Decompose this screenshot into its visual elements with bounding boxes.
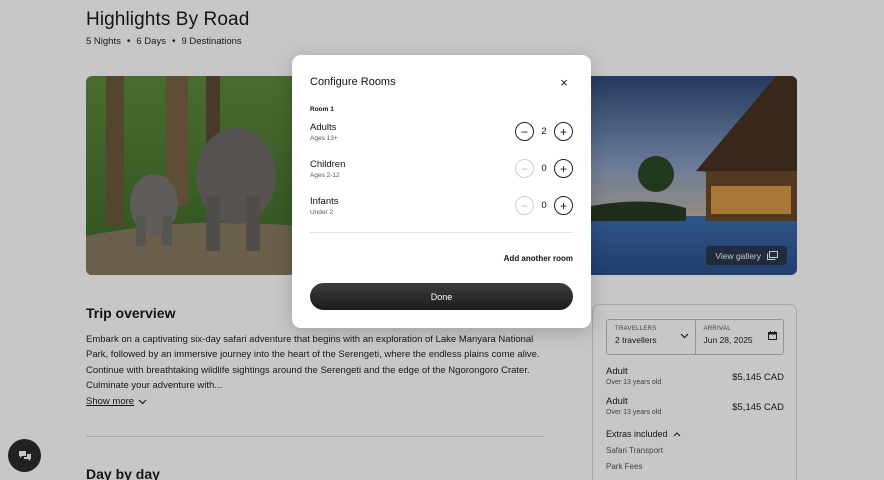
close-icon[interactable]: × — [557, 75, 571, 90]
decrement-children-button[interactable]: − — [515, 159, 534, 178]
children-stepper: − 0 + — [515, 159, 573, 178]
infants-count: 0 — [541, 200, 547, 211]
add-another-room-button[interactable]: Add another room — [504, 254, 573, 263]
infants-stepper: − 0 + — [515, 196, 573, 215]
adults-stepper: − 2 + — [515, 122, 573, 141]
decrement-infants-button[interactable]: − — [515, 196, 534, 215]
room-label: Room 1 — [310, 106, 334, 113]
done-button[interactable]: Done — [310, 283, 573, 310]
children-count: 0 — [541, 163, 547, 174]
increment-children-button[interactable]: + — [554, 159, 573, 178]
guest-row-infants: Infants Under 2 − 0 + — [310, 196, 573, 222]
decrement-adults-button[interactable]: − — [515, 122, 534, 141]
dialog-title: Configure Rooms — [310, 76, 396, 88]
guest-row-children: Children Ages 2-12 − 0 + — [310, 159, 573, 185]
increment-adults-button[interactable]: + — [554, 122, 573, 141]
guest-row-adults: Adults Ages 13+ − 2 + — [310, 122, 573, 148]
dialog-divider — [310, 232, 573, 233]
adults-count: 2 — [541, 126, 547, 137]
configure-rooms-dialog: Configure Rooms × Room 1 Adults Ages 13+… — [292, 55, 591, 328]
increment-infants-button[interactable]: + — [554, 196, 573, 215]
